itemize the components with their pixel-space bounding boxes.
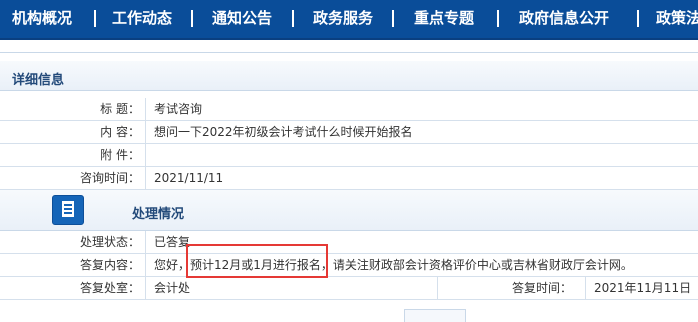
content-value: 想问一下2022年初级会计考试什么时候开始报名 <box>154 125 413 139</box>
cell-divider <box>437 277 438 299</box>
bottom-button-partial[interactable] <box>404 309 466 322</box>
title-value: 考试咨询 <box>154 102 203 116</box>
consult-time-label: 咨询时间： <box>0 167 146 189</box>
nav-item-tongzhi[interactable]: 通知公告 <box>212 0 272 38</box>
detail-section-header: 详细信息 <box>0 61 698 91</box>
office-label: 答复处室： <box>0 277 146 299</box>
title-label: 标 题： <box>0 98 146 120</box>
reply-time-value: 2021年11月11日 <box>594 281 692 295</box>
nav-item-gongzuo[interactable]: 工作动态 <box>112 0 172 38</box>
processing-section-title: 处理情况 <box>132 207 185 222</box>
detail-panel: 详细信息 标 题： 考试咨询 内 容： 想问一下2022年初级会计考试什么时候开… <box>0 52 698 319</box>
reply-time-label: 答复时间： <box>512 281 573 295</box>
detail-row-content: 内 容： 想问一下2022年初级会计考试什么时候开始报名 <box>0 121 698 144</box>
detail-row-time: 咨询时间： 2021/11/11 <box>0 167 698 190</box>
nav-separator <box>94 10 96 27</box>
consult-time-value: 2021/11/11 <box>154 171 224 185</box>
nav-separator <box>191 10 193 27</box>
reply-label: 答复内容： <box>0 254 146 276</box>
nav-item-xinxigongkai[interactable]: 政府信息公开 <box>519 0 609 38</box>
office-value: 会计处 <box>154 281 191 295</box>
nav-separator <box>497 10 499 27</box>
status-label: 处理状态： <box>0 231 146 253</box>
nav-separator <box>392 10 394 27</box>
top-nav: 机构概况 工作动态 通知公告 政务服务 重点专题 政府信息公开 政策法 <box>0 0 698 40</box>
highlight-annotation <box>186 244 328 278</box>
detail-row-title: 标 题： 考试咨询 <box>0 98 698 121</box>
status-value: 已答复 <box>154 235 191 249</box>
nav-item-zhengce[interactable]: 政策法 <box>656 0 698 38</box>
attachment-label: 附 件： <box>0 144 146 166</box>
content-label: 内 容： <box>0 121 146 143</box>
processing-row-reply: 答复内容： 您好，预计12月或1月进行报名，请关注财政部会计资格评价中心或吉林省… <box>0 254 698 277</box>
processing-row-status: 处理状态： 已答复 <box>0 231 698 254</box>
nav-item-zhengwu[interactable]: 政务服务 <box>313 0 373 38</box>
processing-row-office: 答复处室： 会计处 答复时间： 2021年11月11日 <box>0 277 698 300</box>
cell-divider <box>585 277 586 299</box>
nav-separator <box>637 10 639 27</box>
nav-item-jigou[interactable]: 机构概况 <box>12 0 72 38</box>
nav-separator <box>292 10 294 27</box>
nav-item-zhongdian[interactable]: 重点专题 <box>414 0 474 38</box>
processing-section-header: 处理情况 <box>0 190 698 231</box>
document-icon <box>52 195 84 225</box>
detail-section-title: 详细信息 <box>12 73 65 88</box>
detail-row-attachment: 附 件： <box>0 144 698 167</box>
